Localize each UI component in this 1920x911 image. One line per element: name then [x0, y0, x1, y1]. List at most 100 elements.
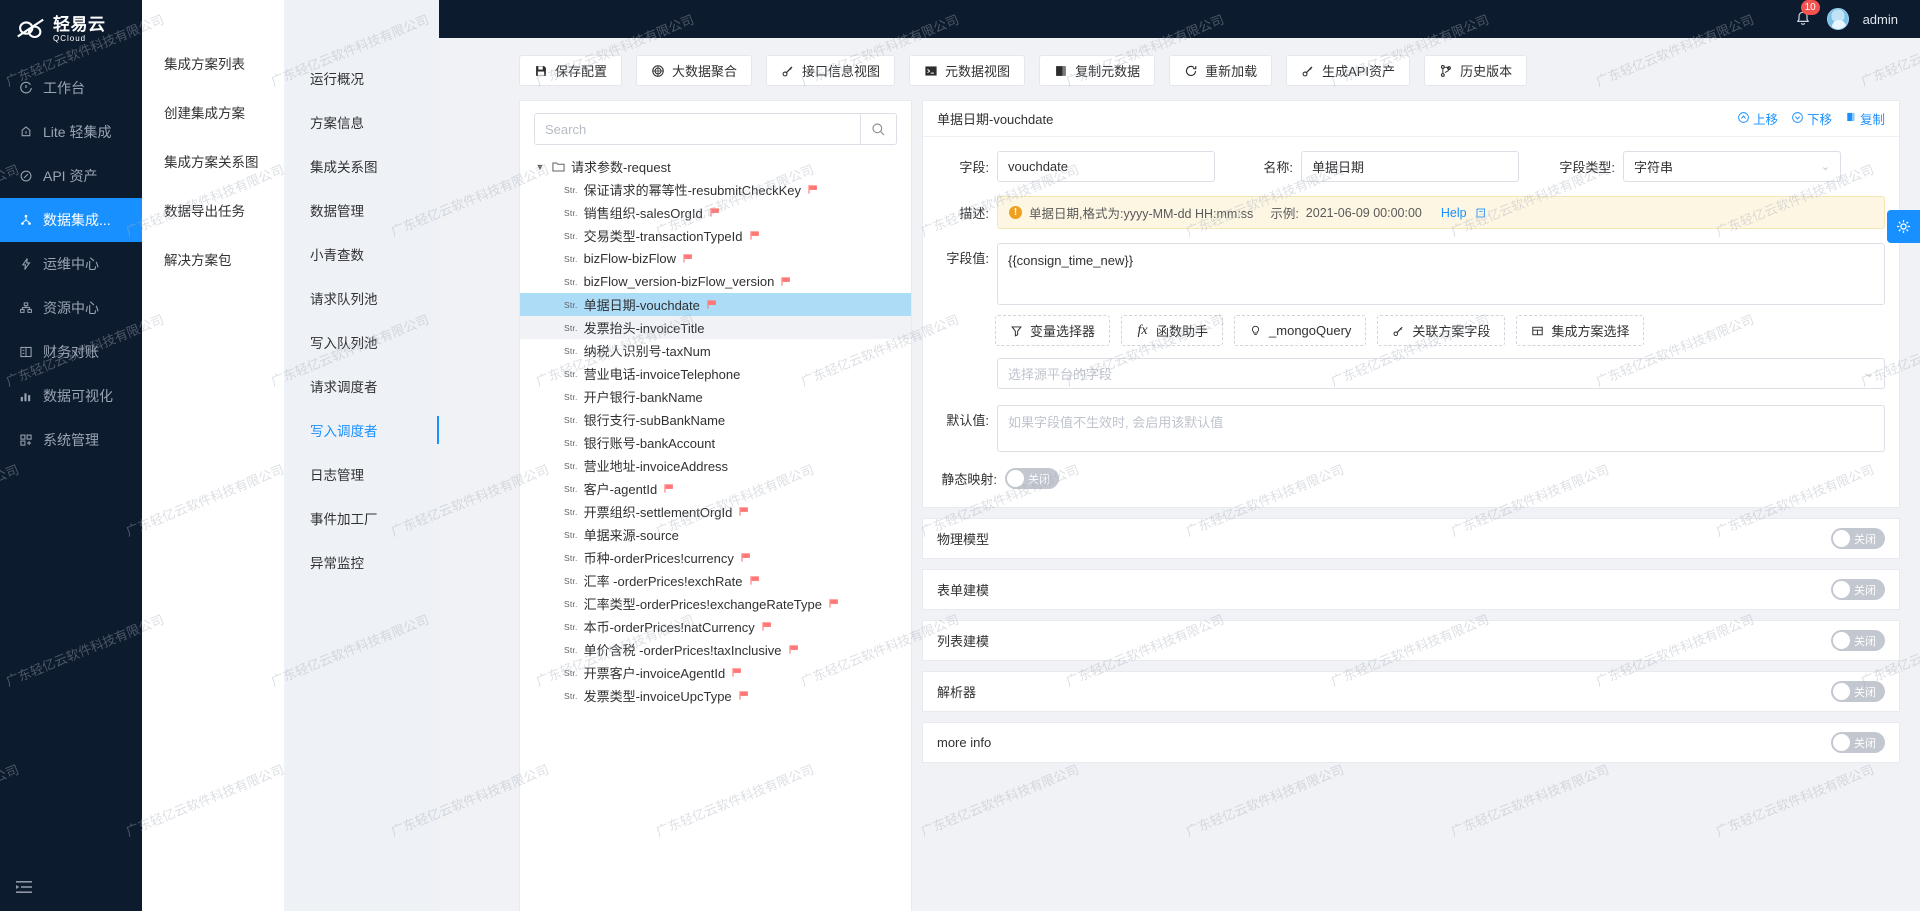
toolbar-button-3[interactable]: 元数据视图: [909, 55, 1026, 86]
section-toggle[interactable]: 关闭: [1831, 528, 1885, 549]
tertiary-nav-item-8[interactable]: 写入调度者: [284, 408, 439, 452]
tree-leaf-13[interactable]: Str. 客户-agentId: [520, 477, 911, 500]
toolbar-button-2[interactable]: 接口信息视图: [766, 55, 896, 86]
tree-leaf-3[interactable]: Str. bizFlow-bizFlow: [520, 247, 911, 270]
helper-button-3[interactable]: 关联方案字段: [1377, 315, 1506, 346]
tree-leaf-10[interactable]: Str. 银行支行-subBankName: [520, 408, 911, 431]
tree-leaf-18[interactable]: Str. 汇率类型-orderPrices!exchangeRateType: [520, 592, 911, 615]
tree-leaf-7[interactable]: Str. 纳税人识别号-taxNum: [520, 339, 911, 362]
sidebar-item-4[interactable]: 运维中心: [0, 242, 142, 286]
detail-action-0[interactable]: 上移: [1737, 109, 1778, 128]
tree-leaf-label: 汇率类型-orderPrices!exchangeRateType: [583, 597, 822, 612]
tree-leaf-14[interactable]: Str. 开票组织-settlementOrgId: [520, 500, 911, 523]
tertiary-nav-item-6[interactable]: 写入队列池: [284, 320, 439, 364]
sidebar-item-1[interactable]: Lite 轻集成: [0, 110, 142, 154]
sidebar-item-8[interactable]: 系统管理: [0, 418, 142, 462]
secondary-nav-item-4[interactable]: 解决方案包: [142, 234, 284, 283]
helper-button-2[interactable]: _mongoQuery: [1234, 315, 1367, 346]
sidebar-item-7[interactable]: 数据可视化: [0, 374, 142, 418]
section-4[interactable]: more info 关闭: [922, 722, 1900, 763]
tertiary-nav-item-0[interactable]: 运行概况: [284, 56, 439, 100]
search-button[interactable]: [860, 114, 896, 144]
tree-leaf-12[interactable]: Str. 营业地址-invoiceAddress: [520, 454, 911, 477]
search-input[interactable]: [535, 114, 860, 144]
toolbar-button-0[interactable]: 保存配置: [519, 55, 623, 86]
detail-action-2[interactable]: 复制: [1845, 109, 1885, 128]
tree-leaf-4[interactable]: Str. bizFlow_version-bizFlow_version: [520, 270, 911, 293]
sidebar-item-3[interactable]: 数据集成...: [0, 198, 142, 242]
field-type-tag: Str.: [564, 368, 578, 379]
warning-icon: !: [1009, 206, 1022, 219]
name-input[interactable]: [1301, 151, 1519, 182]
external-link-icon[interactable]: [1476, 208, 1486, 218]
field-input[interactable]: [997, 151, 1215, 182]
tree-leaf-0[interactable]: Str. 保证请求的幂等性-resubmitCheckKey: [520, 178, 911, 201]
brand-logo-area[interactable]: 轻易云 QCloud: [0, 0, 142, 58]
tree-leaf-19[interactable]: Str. 本币-orderPrices!natCurrency: [520, 615, 911, 638]
user-name[interactable]: admin: [1863, 12, 1898, 27]
sidebar-item-6[interactable]: 财务对账: [0, 330, 142, 374]
default-value-textarea[interactable]: [997, 405, 1885, 452]
secondary-nav-item-1[interactable]: 创建集成方案: [142, 87, 284, 136]
tertiary-nav-item-11[interactable]: 异常监控: [284, 540, 439, 584]
section-toggle[interactable]: 关闭: [1831, 681, 1885, 702]
secondary-nav-item-2[interactable]: 集成方案关系图: [142, 136, 284, 185]
avatar[interactable]: [1826, 8, 1849, 30]
settings-fab-button[interactable]: [1887, 210, 1920, 243]
tertiary-nav-item-10[interactable]: 事件加工厂: [284, 496, 439, 540]
section-2[interactable]: 列表建模 关闭: [922, 620, 1900, 661]
tree-leaf-21[interactable]: Str. 开票客户-invoiceAgentId: [520, 661, 911, 684]
tertiary-nav-item-1[interactable]: 方案信息: [284, 100, 439, 144]
search-box[interactable]: [534, 113, 897, 145]
tree-leaf-22[interactable]: Str. 发票类型-invoiceUpcType: [520, 684, 911, 707]
toolbar-button-1[interactable]: 大数据聚合: [636, 55, 753, 86]
source-field-select[interactable]: 选择源平台的字段 ⌄: [997, 358, 1885, 389]
help-link[interactable]: Help: [1441, 206, 1467, 220]
tree-leaf-6[interactable]: Str. 发票抬头-invoiceTitle: [520, 316, 911, 339]
tree-leaf-20[interactable]: Str. 单价含税 -orderPrices!taxInclusive: [520, 638, 911, 661]
toolbar-button-4[interactable]: 复制元数据: [1039, 55, 1156, 86]
section-1[interactable]: 表单建模 关闭: [922, 569, 1900, 610]
field-type-select[interactable]: 字符串 ⌄: [1623, 151, 1841, 182]
tree-leaf-9[interactable]: Str. 开户银行-bankName: [520, 385, 911, 408]
tree-leaf-1[interactable]: Str. 销售组织-salesOrgId: [520, 201, 911, 224]
chevron-down-icon[interactable]: ▼: [534, 162, 546, 172]
toolbar-button-7[interactable]: 历史版本: [1424, 55, 1528, 86]
sidebar-item-2[interactable]: API 资产: [0, 154, 142, 198]
section-toggle[interactable]: 关闭: [1831, 630, 1885, 651]
sidebar-collapse-button[interactable]: [14, 877, 34, 897]
tree-leaf-8[interactable]: Str. 营业电话-invoiceTelephone: [520, 362, 911, 385]
field-value-textarea[interactable]: [997, 243, 1885, 305]
tree-leaf-11[interactable]: Str. 银行账号-bankAccount: [520, 431, 911, 454]
secondary-nav-item-0[interactable]: 集成方案列表: [142, 38, 284, 87]
helper-button-4[interactable]: 集成方案选择: [1516, 315, 1645, 346]
helper-button-0[interactable]: 变量选择器: [995, 315, 1111, 346]
sidebar-item-5[interactable]: 资源中心: [0, 286, 142, 330]
tertiary-nav-item-5[interactable]: 请求队列池: [284, 276, 439, 320]
notifications-button[interactable]: 10: [1793, 0, 1820, 29]
tree-leaf-2[interactable]: Str. 交易类型-transactionTypeId: [520, 224, 911, 247]
tree-leaf-5[interactable]: Str. 单据日期-vouchdate: [520, 293, 911, 316]
tree-leaf-17[interactable]: Str. 汇率 -orderPrices!exchRate: [520, 569, 911, 592]
tertiary-nav-item-9[interactable]: 日志管理: [284, 452, 439, 496]
toolbar-button-5[interactable]: 重新加载: [1169, 55, 1273, 86]
toolbar-button-6[interactable]: 生成API资产: [1286, 55, 1411, 86]
tertiary-nav-item-7[interactable]: 请求调度者: [284, 364, 439, 408]
tree-leaf-15[interactable]: Str. 单据来源-source: [520, 523, 911, 546]
copy-icon: [1845, 111, 1857, 126]
section-toggle[interactable]: 关闭: [1831, 579, 1885, 600]
helper-button-1[interactable]: fx 函数助手: [1121, 315, 1224, 346]
static-mapping-toggle[interactable]: 关闭: [1005, 468, 1059, 489]
tree-leaf-16[interactable]: Str. 币种-orderPrices!currency: [520, 546, 911, 569]
sidebar-item-0[interactable]: 工作台: [0, 66, 142, 110]
tertiary-nav-item-2[interactable]: 集成关系图: [284, 144, 439, 188]
detail-action-1[interactable]: 下移: [1791, 109, 1832, 128]
toggle-state-label: 关闭: [1854, 533, 1876, 546]
section-toggle[interactable]: 关闭: [1831, 732, 1885, 753]
tertiary-nav-item-4[interactable]: 小青查数: [284, 232, 439, 276]
tree-root-node[interactable]: ▼ 请求参数-request: [520, 155, 911, 178]
section-0[interactable]: 物理模型 关闭: [922, 518, 1900, 559]
secondary-nav-item-3[interactable]: 数据导出任务: [142, 185, 284, 234]
section-3[interactable]: 解析器 关闭: [922, 671, 1900, 712]
tertiary-nav-item-3[interactable]: 数据管理: [284, 188, 439, 232]
